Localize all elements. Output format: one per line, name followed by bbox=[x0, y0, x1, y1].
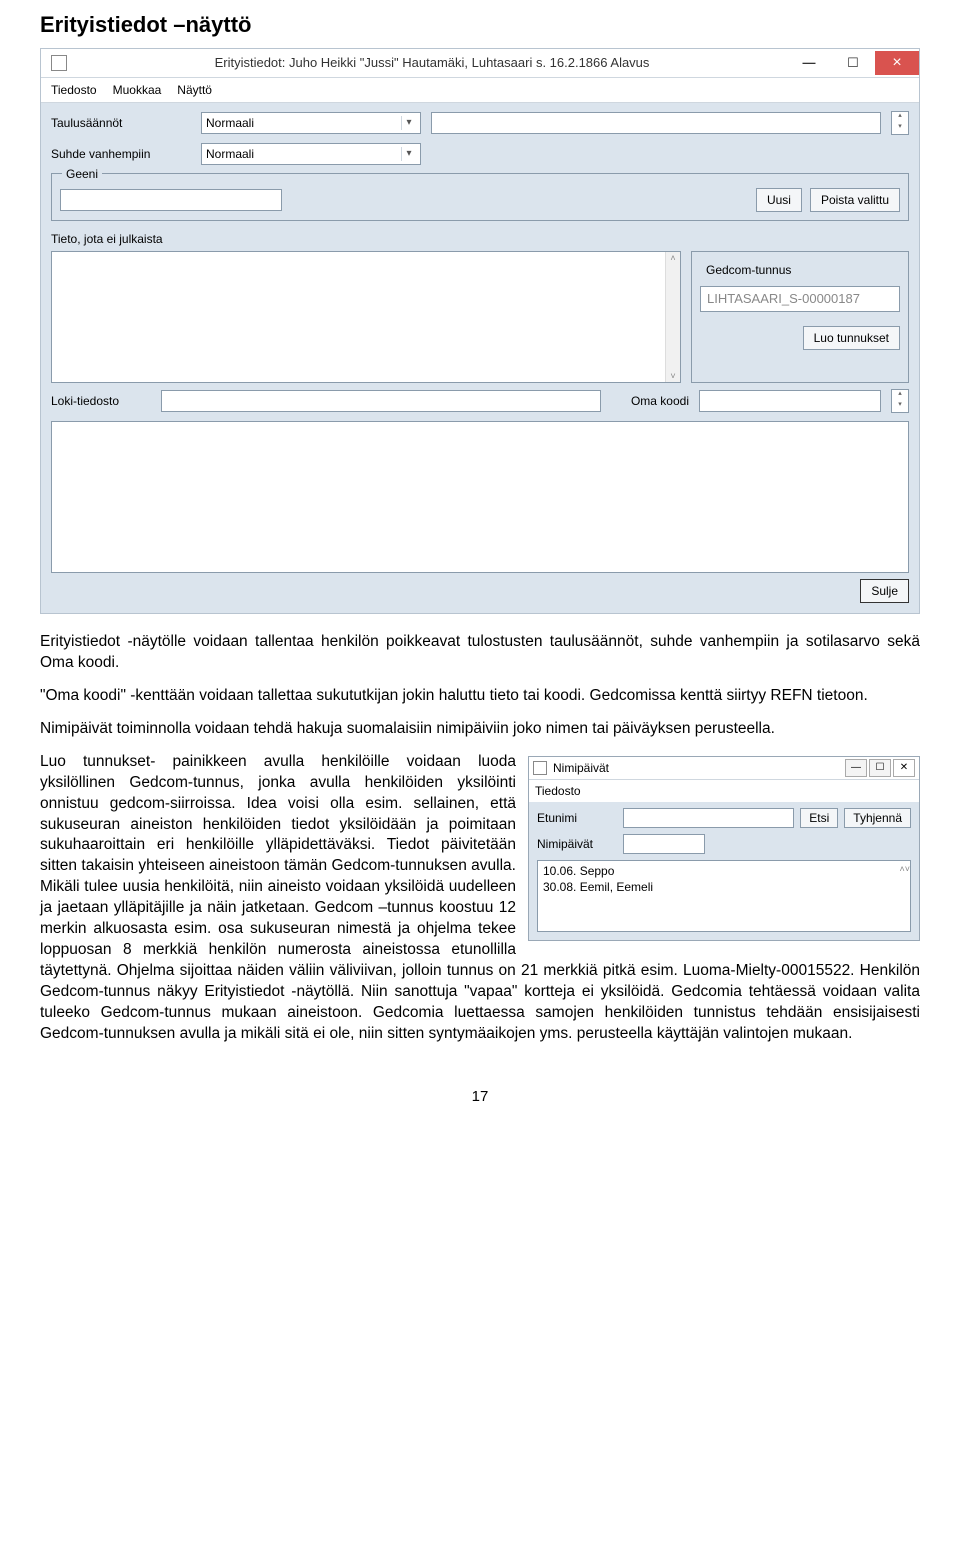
tyhjenna-button[interactable]: Tyhjennä bbox=[844, 808, 911, 828]
etsi-button[interactable]: Etsi bbox=[800, 808, 838, 828]
bottom-textarea[interactable] bbox=[51, 421, 909, 573]
menu-tiedosto[interactable]: Tiedosto bbox=[535, 784, 581, 798]
close-button[interactable]: × bbox=[875, 51, 919, 75]
poista-valittu-button[interactable]: Poista valittu bbox=[810, 188, 900, 212]
minimize-button[interactable]: — bbox=[845, 759, 867, 777]
geeni-input[interactable] bbox=[60, 189, 282, 211]
body-paragraph: Erityistiedot -näytölle voidaan tallenta… bbox=[40, 632, 920, 674]
menu-tiedosto[interactable]: Tiedosto bbox=[51, 82, 97, 98]
taulusaannot-dropdown[interactable]: Normaali ▾ bbox=[201, 112, 421, 134]
page-number: 17 bbox=[40, 1087, 920, 1107]
nimipaivat-date-input[interactable] bbox=[623, 834, 705, 854]
notpublic-textarea[interactable]: ˄˅ bbox=[51, 251, 681, 383]
nimipaivat-window: Nimipäivät — ☐ ✕ Tiedosto Etunimi Etsi T… bbox=[528, 756, 920, 941]
gedcom-value-field[interactable]: LIHTASAARI_S-00000187 bbox=[700, 286, 900, 312]
scrollbar[interactable]: ˄˅ bbox=[899, 861, 910, 931]
body-paragraph: "Oma koodi" -kenttään voidaan tallettaa … bbox=[40, 686, 920, 707]
erityistiedot-window: Erityistiedot: Juho Heikki "Jussi" Hauta… bbox=[40, 48, 920, 614]
minimize-button[interactable]: — bbox=[787, 51, 831, 75]
page-title: Erityistiedot –näyttö bbox=[40, 10, 920, 40]
menu-muokkaa[interactable]: Muokkaa bbox=[113, 82, 162, 98]
etunimi-input[interactable] bbox=[623, 808, 794, 828]
scrollbar[interactable]: ˄˅ bbox=[665, 252, 680, 382]
suhde-label: Suhde vanhempiin bbox=[51, 146, 191, 162]
oma-koodi-input[interactable] bbox=[699, 390, 881, 412]
list-item: 10.06. Seppo bbox=[543, 864, 905, 880]
titlebar: Erityistiedot: Juho Heikki "Jussi" Hauta… bbox=[41, 49, 919, 78]
app-icon bbox=[533, 761, 547, 775]
notpublic-label: Tieto, jota ei julkaista bbox=[51, 231, 909, 247]
taulusaannot-value: Normaali bbox=[206, 115, 401, 131]
suhde-value: Normaali bbox=[206, 146, 401, 162]
body-paragraph: Nimipäivät toiminnolla voidaan tehdä hak… bbox=[40, 719, 920, 740]
etunimi-label: Etunimi bbox=[537, 810, 617, 826]
gedcom-group: Gedcom-tunnus LIHTASAARI_S-00000187 Luo … bbox=[691, 251, 909, 383]
loki-input[interactable] bbox=[161, 390, 601, 412]
nimipaivat-label: Nimipäivät bbox=[537, 836, 617, 852]
window-title: Erityistiedot: Juho Heikki "Jussi" Hauta… bbox=[77, 54, 787, 72]
sulje-button[interactable]: Sulje bbox=[860, 579, 909, 603]
uusi-button[interactable]: Uusi bbox=[756, 188, 802, 212]
taulusaannot-label: Taulusäännöt bbox=[51, 115, 191, 131]
results-list[interactable]: 10.06. Seppo 30.08. Eemil, Eemeli ˄˅ bbox=[537, 860, 911, 932]
oma-koodi-label: Oma koodi bbox=[631, 393, 689, 409]
taulusaannot-extra-input[interactable] bbox=[431, 112, 881, 134]
list-item: 30.08. Eemil, Eemeli bbox=[543, 880, 905, 896]
close-button[interactable]: ✕ bbox=[893, 759, 915, 777]
maximize-button[interactable]: ☐ bbox=[831, 51, 875, 75]
menu-naytto[interactable]: Näyttö bbox=[177, 82, 212, 98]
titlebar: Nimipäivät — ☐ ✕ bbox=[529, 757, 919, 780]
gedcom-legend: Gedcom-tunnus bbox=[702, 262, 795, 278]
spinner[interactable]: ▴▾ bbox=[891, 389, 909, 413]
geeni-legend: Geeni bbox=[62, 166, 102, 182]
chevron-down-icon: ▾ bbox=[401, 147, 416, 161]
maximize-button[interactable]: ☐ bbox=[869, 759, 891, 777]
suhde-dropdown[interactable]: Normaali ▾ bbox=[201, 143, 421, 165]
chevron-down-icon: ▾ bbox=[401, 116, 416, 130]
app-icon bbox=[51, 55, 67, 71]
window-title: Nimipäivät bbox=[553, 760, 843, 776]
geeni-group: Geeni Uusi Poista valittu bbox=[51, 173, 909, 221]
loki-label: Loki-tiedosto bbox=[51, 393, 151, 409]
luo-tunnukset-button[interactable]: Luo tunnukset bbox=[803, 326, 900, 350]
menubar: Tiedosto Muokkaa Näyttö bbox=[41, 78, 919, 103]
spinner[interactable]: ▴▾ bbox=[891, 111, 909, 135]
